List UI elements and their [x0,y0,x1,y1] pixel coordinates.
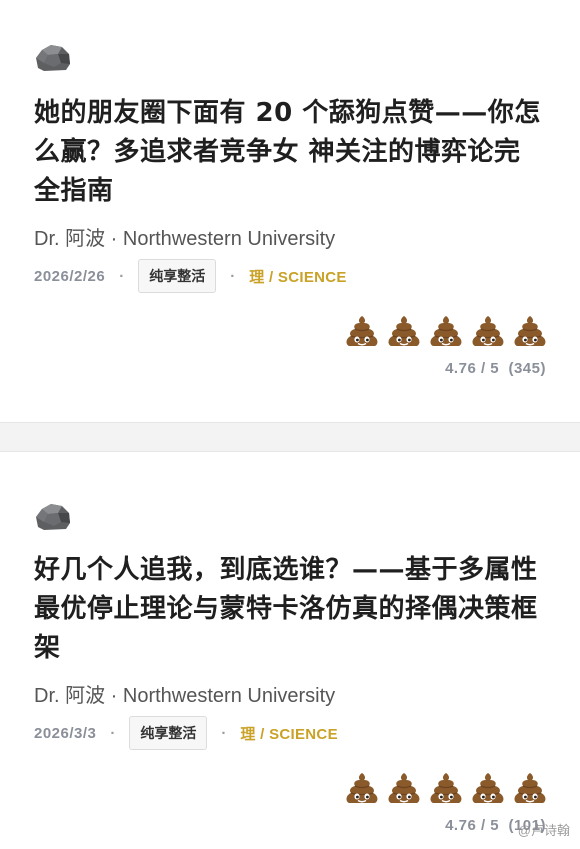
article-meta: 2026/3/3 · 纯享整活 · 理 / SCIENCE [34,716,338,750]
poop-emoji-icon [429,772,463,804]
card-divider [0,422,580,452]
poop-emoji-icon [513,772,547,804]
poop-emoji-icon [387,315,421,347]
poop-emoji-icon [345,772,379,804]
meta-separator: · [110,724,116,742]
rock-icon [36,45,70,71]
article-author: Dr. 阿波 · Northwestern University [34,228,336,250]
meta-separator: · [119,267,125,285]
subject-label[interactable]: 理 / SCIENCE [249,266,346,287]
article-meta: 2026/2/26 · 纯享整活 · 理 / SCIENCE [34,259,347,293]
article-date: 2026/2/26 [34,267,106,285]
rating-icons [344,314,548,348]
category-tag[interactable]: 纯享整活 [129,716,208,750]
poop-emoji-icon [345,315,379,347]
rating-score: 4.76 / 5 (345) [445,360,546,377]
article-date: 2026/3/3 [34,724,97,742]
poop-emoji-icon [471,315,505,347]
category-tag[interactable]: 纯享整活 [138,259,217,293]
article-title[interactable]: 好几个人追我，到底选谁？——基于多属性最优停止理论与蒙特卡洛仿真的择偶决策框架 [34,551,546,668]
article-card[interactable]: 好几个人追我，到底选谁？——基于多属性最优停止理论与蒙特卡洛仿真的择偶决策框架 … [0,452,580,849]
poop-emoji-icon [387,772,421,804]
meta-separator: · [230,267,236,285]
rating-icons [344,771,548,805]
rock-icon [36,504,70,530]
poop-emoji-icon [429,315,463,347]
poop-emoji-icon [471,772,505,804]
article-card[interactable]: 她的朋友圈下面有 20 个舔狗点赞——你怎么赢？多追求者竞争女 神关注的博弈论完… [0,0,580,422]
article-title[interactable]: 她的朋友圈下面有 20 个舔狗点赞——你怎么赢？多追求者竞争女 神关注的博弈论完… [34,94,546,211]
subject-label[interactable]: 理 / SCIENCE [240,723,337,744]
meta-separator: · [221,724,227,742]
watermark: @卢诗翰 [517,823,570,838]
poop-emoji-icon [513,315,547,347]
article-author: Dr. 阿波 · Northwestern University [34,685,336,707]
